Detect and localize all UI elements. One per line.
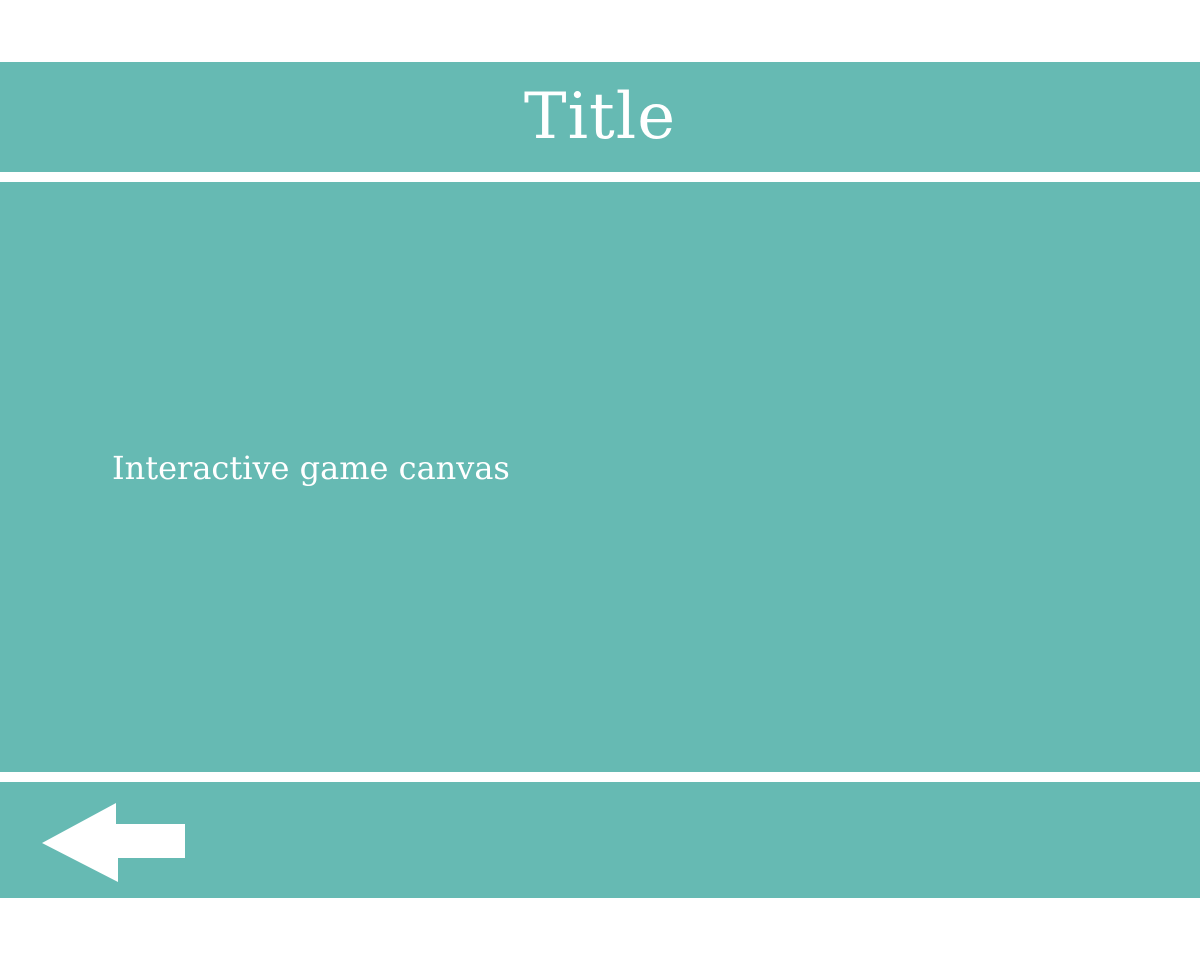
back-arrow-icon [42,803,185,882]
game-screen: Title Interactive game canvas [0,0,1200,960]
game-canvas[interactable]: Interactive game canvas [0,182,1200,772]
canvas-label: Interactive game canvas [112,449,510,487]
back-button[interactable] [40,802,190,884]
page-title: Title [523,80,677,154]
header-bar: Title [0,62,1200,172]
footer-bar [0,782,1200,898]
